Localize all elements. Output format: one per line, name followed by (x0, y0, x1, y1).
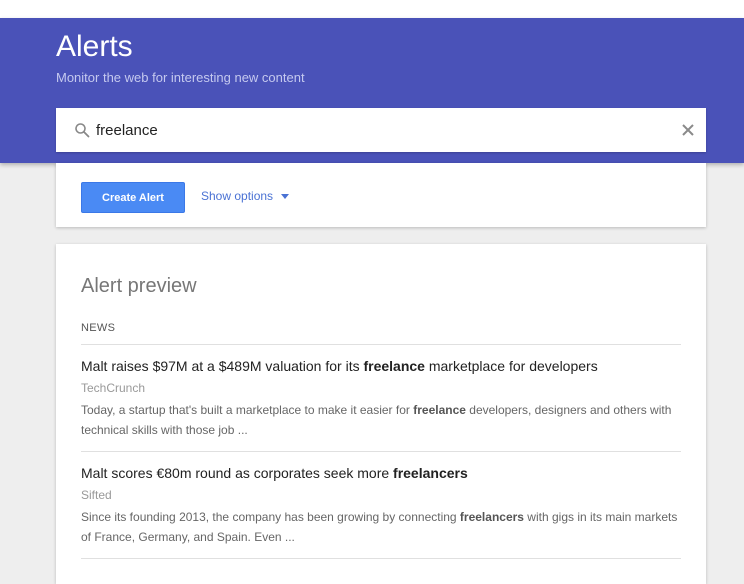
result-snippet: Since its founding 2013, the company has… (81, 507, 681, 547)
top-strip (0, 0, 744, 18)
show-options-link[interactable]: Show options (201, 189, 290, 203)
divider (81, 344, 681, 345)
result-source: Sifted (81, 488, 112, 502)
result-title-text: Malt scores €80m round as corporates see… (81, 465, 394, 481)
caret-down-icon (281, 193, 290, 199)
result-snippet: Today, a startup that's built a marketpl… (81, 400, 681, 440)
snippet-keyword: freelance (413, 403, 466, 417)
create-alert-button[interactable]: Create Alert (81, 182, 185, 213)
result-title-text: marketplace for developers (424, 358, 598, 374)
search-input[interactable] (96, 118, 656, 142)
divider (81, 451, 681, 452)
alert-options-card: Create Alert Show options (56, 163, 706, 227)
alert-preview-card: Alert preview NEWS Malt raises $97M at a… (56, 244, 706, 584)
search-icon (75, 123, 90, 138)
result-title-link[interactable]: Malt scores €80m round as corporates see… (81, 464, 681, 482)
page-subtitle: Monitor the web for interesting new cont… (56, 70, 305, 85)
snippet-text: Since its founding 2013, the company has… (81, 510, 460, 524)
section-label-news: NEWS (81, 322, 116, 334)
divider (81, 558, 681, 559)
list-item: Malt raises $97M at a $489M valuation fo… (81, 357, 681, 440)
result-title-keyword: freelance (363, 358, 425, 374)
result-title-text: Malt raises $97M at a $489M valuation fo… (81, 358, 364, 374)
close-icon[interactable] (680, 122, 696, 138)
app-header: Alerts Monitor the web for interesting n… (0, 18, 744, 163)
page-title: Alerts (56, 30, 133, 63)
snippet-keyword: freelancers (459, 510, 524, 524)
result-title-link[interactable]: Malt raises $97M at a $489M valuation fo… (81, 357, 681, 375)
result-source: TechCrunch (81, 381, 146, 395)
show-options-label: Show options (201, 189, 274, 203)
search-bar (56, 108, 706, 152)
list-item: Malt scores €80m round as corporates see… (81, 464, 681, 547)
snippet-text: Today, a startup that's built a marketpl… (81, 403, 414, 417)
preview-title: Alert preview (81, 275, 197, 297)
result-title-keyword: freelancers (393, 465, 468, 481)
